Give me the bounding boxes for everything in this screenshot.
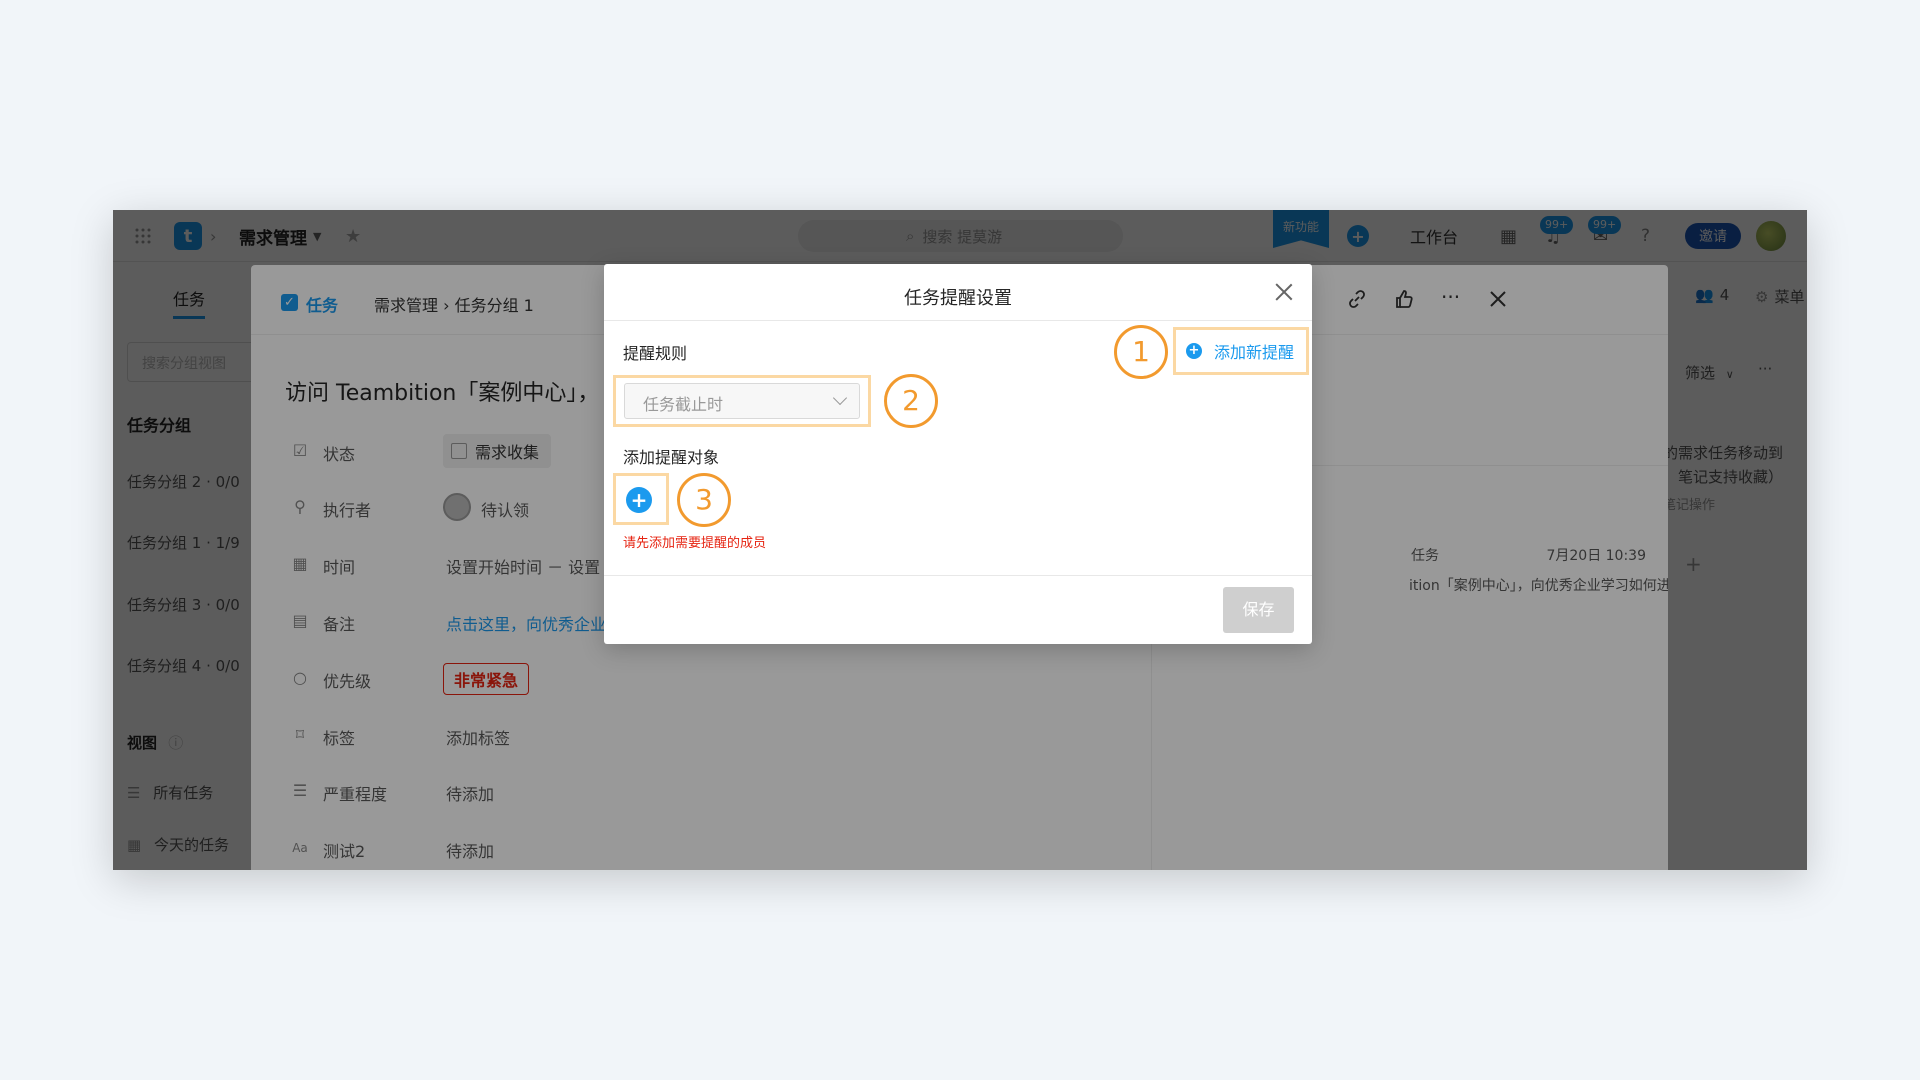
callout-marker: 2 <box>884 374 938 428</box>
modal-title: 任务提醒设置 <box>904 288 1012 309</box>
callout-marker: 3 <box>677 473 731 527</box>
add-member-highlight: + <box>613 473 669 525</box>
modal-footer-divider <box>604 575 1312 576</box>
close-icon[interactable] <box>1272 280 1296 304</box>
target-section-label: 添加提醒对象 <box>623 448 720 467</box>
add-member-button[interactable]: + <box>626 487 652 513</box>
add-reminder-button[interactable]: + 添加新提醒 <box>1173 327 1309 375</box>
rule-select-value: 任务截止时 <box>643 395 724 414</box>
modal-header-divider <box>604 320 1312 321</box>
reminder-settings-modal: 任务提醒设置 提醒规则 + 添加新提醒 任务截止时 添加提醒对象 + 请先添加需… <box>604 264 1312 644</box>
plus-circle-icon: + <box>1186 343 1202 359</box>
rule-select-highlight: 任务截止时 <box>613 375 871 427</box>
reminder-rule-select[interactable]: 任务截止时 <box>624 383 860 419</box>
validation-error: 请先添加需要提醒的成员 <box>623 536 767 551</box>
save-button[interactable]: 保存 <box>1223 587 1294 633</box>
callout-marker: 1 <box>1114 325 1168 379</box>
chevron-down-icon <box>832 390 848 406</box>
rule-section-label: 提醒规则 <box>623 344 688 363</box>
add-reminder-label: 添加新提醒 <box>1214 343 1295 362</box>
